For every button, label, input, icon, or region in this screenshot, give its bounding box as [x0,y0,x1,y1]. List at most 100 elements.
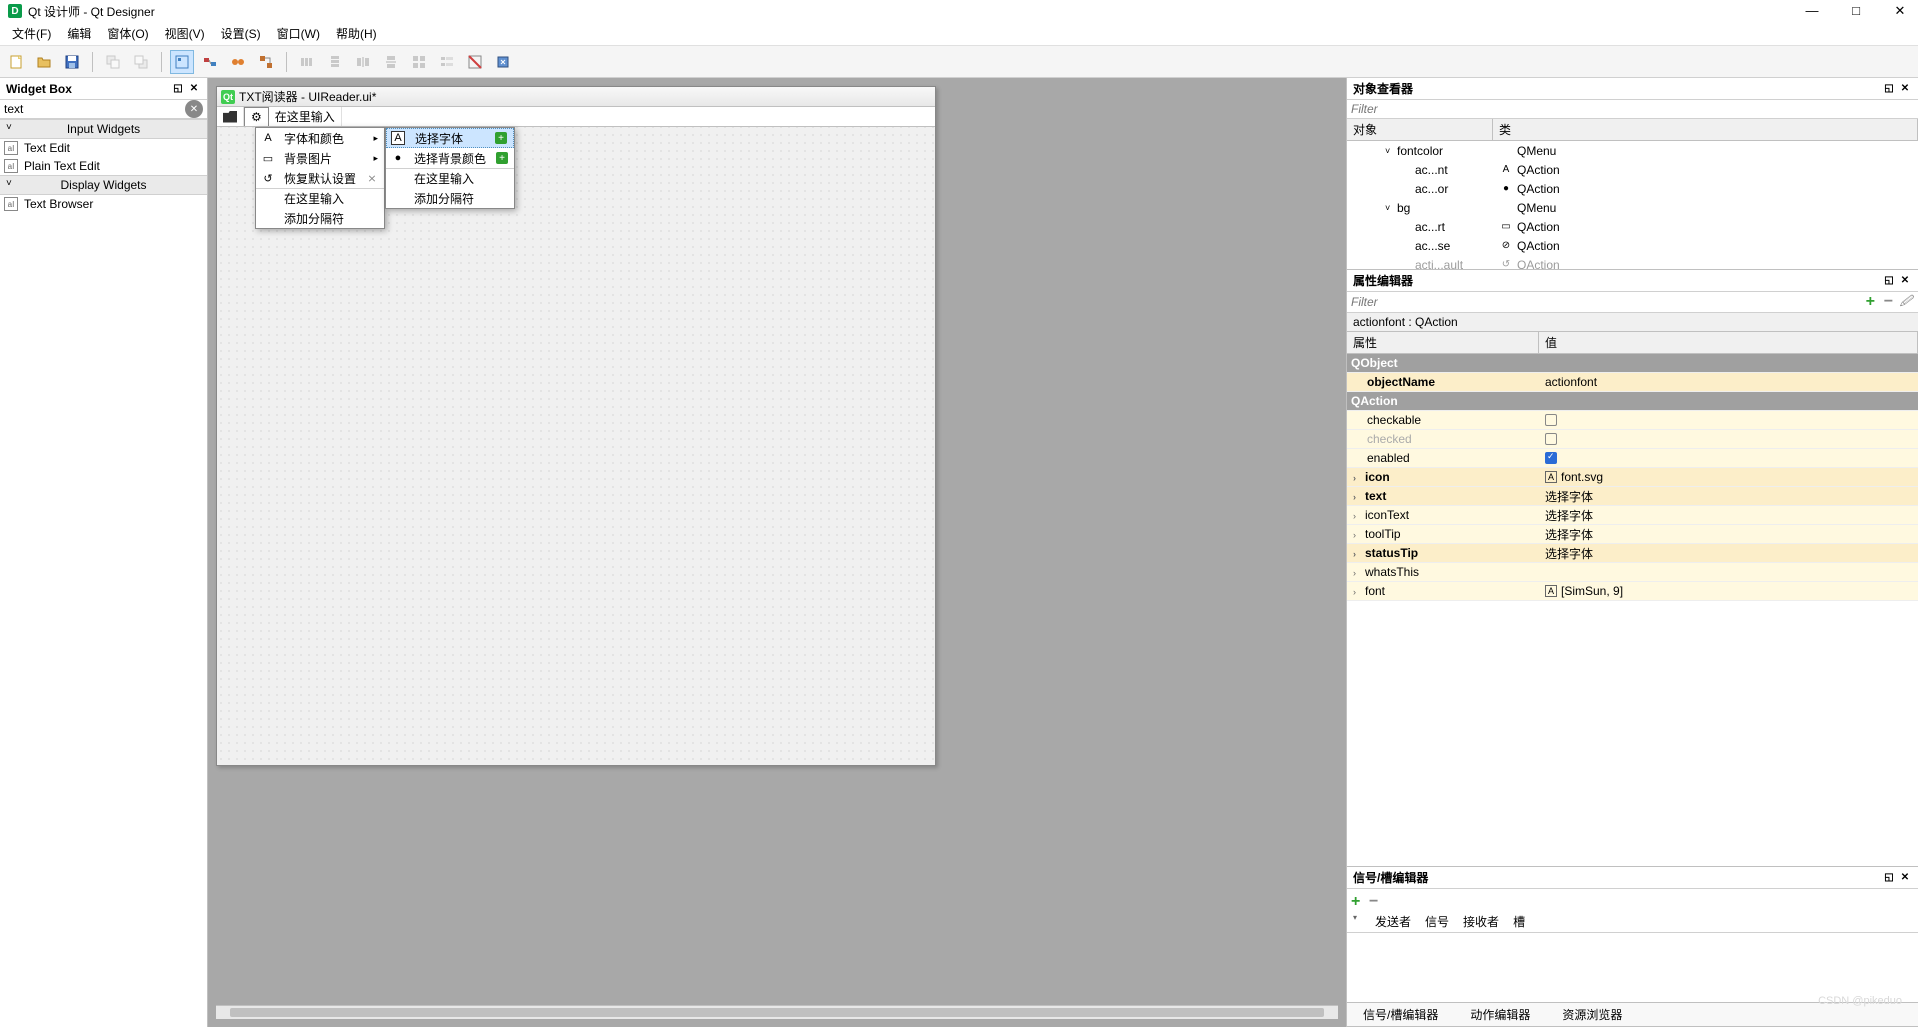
column-slot[interactable]: 槽 [1513,913,1525,930]
menu-form[interactable]: 窗体(O) [99,23,156,44]
object-tree-row[interactable]: ac...se ⊘ QAction [1347,236,1918,255]
checkbox[interactable] [1545,433,1557,445]
property-row[interactable]: ›text选择字体 [1347,487,1918,506]
undock-icon[interactable]: ◱ [1882,82,1896,96]
property-row[interactable]: ›whatsThis [1347,563,1918,582]
menu-view[interactable]: 视图(V) [157,23,213,44]
add-connection-icon[interactable]: + [1351,893,1365,907]
menu-item[interactable]: 在这里输入 [386,168,514,188]
column-signal[interactable]: 信号 [1425,913,1449,930]
object-inspector-filter-input[interactable] [1347,100,1918,119]
layout-form-icon[interactable] [435,50,459,74]
layout-v-icon[interactable] [323,50,347,74]
maximize-button[interactable]: □ [1846,3,1866,19]
object-tree-row[interactable]: ac...nt A QAction [1347,160,1918,179]
send-back-icon[interactable] [101,50,125,74]
close-panel-icon[interactable]: ✕ [187,82,201,96]
undock-icon[interactable]: ◱ [171,82,185,96]
chevron-right-icon[interactable]: › [1353,492,1365,502]
property-row[interactable]: objectNameactionfont [1347,373,1918,392]
property-row[interactable]: checkable [1347,411,1918,430]
menu-item[interactable]: ↺恢复默认设置⨯ [256,168,384,188]
widget-item[interactable]: aIText Browser [0,195,207,213]
property-row[interactable]: ›statusTip选择字体 [1347,544,1918,563]
menu-help[interactable]: 帮助(H) [328,23,385,44]
object-tree-row[interactable]: ˅ bg QMenu [1347,198,1918,217]
property-group-header[interactable]: ˅QAction [1347,392,1918,411]
chevron-right-icon[interactable]: › [1353,473,1365,483]
widget-section-header[interactable]: ˅Display Widgets [0,175,207,195]
menu-file[interactable]: 文件(F) [4,23,59,44]
designer-menu-type-here[interactable]: 在这里输入 [269,107,342,126]
checkbox[interactable] [1545,452,1557,464]
remove-connection-icon[interactable]: − [1369,893,1383,907]
layout-hsplit-icon[interactable] [351,50,375,74]
layout-h-icon[interactable] [295,50,319,74]
chevron-right-icon[interactable]: › [1353,568,1365,578]
remove-property-icon[interactable]: − [1880,294,1896,310]
designer-menubar[interactable]: ⚙ 在这里输入 [217,107,935,127]
bring-front-icon[interactable] [129,50,153,74]
column-header-property[interactable]: 属性 [1347,332,1539,353]
chevron-down-icon[interactable]: ▾ [1353,913,1357,930]
edit-taborder-icon[interactable] [254,50,278,74]
column-sender[interactable]: 发送者 [1375,913,1411,930]
designer-menu-folder-icon[interactable] [217,107,244,126]
property-row[interactable]: checked [1347,430,1918,449]
tab-resource-browser[interactable]: 资源浏览器 [1556,1004,1628,1025]
break-layout-icon[interactable] [463,50,487,74]
chevron-right-icon[interactable]: › [1353,549,1365,559]
edit-signals-icon[interactable] [198,50,222,74]
column-header-class[interactable]: 类 [1493,119,1918,140]
add-property-icon[interactable]: + [1862,294,1878,310]
object-tree-row[interactable]: ac...or ● QAction [1347,179,1918,198]
property-row[interactable]: ›iconText选择字体 [1347,506,1918,525]
layout-grid-icon[interactable] [407,50,431,74]
object-tree-row[interactable]: ˅ fontcolor QMenu [1347,141,1918,160]
open-icon[interactable] [32,50,56,74]
menu-settings[interactable]: 设置(S) [213,23,269,44]
menu-item[interactable]: 在这里输入 [256,188,384,208]
property-row[interactable]: enabled [1347,449,1918,468]
checkbox[interactable] [1545,414,1557,426]
widget-item[interactable]: aIPlain Text Edit [0,157,207,175]
edit-widgets-icon[interactable] [170,50,194,74]
adjust-size-icon[interactable] [491,50,515,74]
undock-icon[interactable]: ◱ [1882,274,1896,288]
edit-buddies-icon[interactable] [226,50,250,74]
chevron-right-icon[interactable]: › [1353,530,1365,540]
object-tree-row[interactable]: ac...rt ▭ QAction [1347,217,1918,236]
menu-item[interactable]: ▭背景图片▸ [256,148,384,168]
property-row[interactable]: ›fontA[SimSun, 9] [1347,582,1918,601]
property-row[interactable]: ›toolTip选择字体 [1347,525,1918,544]
close-panel-icon[interactable]: ✕ [1898,82,1912,96]
new-icon[interactable] [4,50,28,74]
layout-vsplit-icon[interactable] [379,50,403,74]
close-panel-icon[interactable]: ✕ [1898,274,1912,288]
horizontal-scrollbar[interactable] [216,1005,1338,1019]
widget-section-header[interactable]: ˅Input Widgets [0,119,207,139]
chevron-right-icon[interactable]: › [1353,587,1365,597]
save-icon[interactable] [60,50,84,74]
menu-window[interactable]: 窗口(W) [269,23,328,44]
menu-item[interactable]: ●选择背景颜色+ [386,148,514,168]
property-filter-input[interactable] [1351,295,1860,309]
column-header-object[interactable]: 对象 [1347,119,1493,140]
menu-item[interactable]: 添加分隔符 [256,208,384,228]
add-action-icon[interactable]: + [495,132,507,144]
close-panel-icon[interactable]: ✕ [1898,871,1912,885]
clear-search-icon[interactable]: ✕ [185,100,203,118]
chevron-down-icon[interactable]: ˅ [1385,203,1397,213]
undock-icon[interactable]: ◱ [1882,871,1896,885]
property-row[interactable]: ›iconAfont.svg [1347,468,1918,487]
widget-box-search-input[interactable] [0,100,185,118]
designer-window[interactable]: Qt TXT阅读器 - UIReader.ui* ⚙ 在这里输入 A字体和颜色▸… [216,86,936,766]
add-action-icon[interactable]: + [496,152,508,164]
object-tree-row[interactable]: acti...ault ↺ QAction [1347,255,1918,269]
menu-item[interactable]: A字体和颜色▸ [256,128,384,148]
tab-action-editor[interactable]: 动作编辑器 [1464,1004,1536,1025]
tab-signal-slot[interactable]: 信号/槽编辑器 [1357,1004,1444,1025]
menu-item[interactable]: A选择字体+ [386,128,514,148]
property-group-header[interactable]: ˅QObject [1347,354,1918,373]
designer-menu-gear-icon[interactable]: ⚙ [244,107,269,126]
